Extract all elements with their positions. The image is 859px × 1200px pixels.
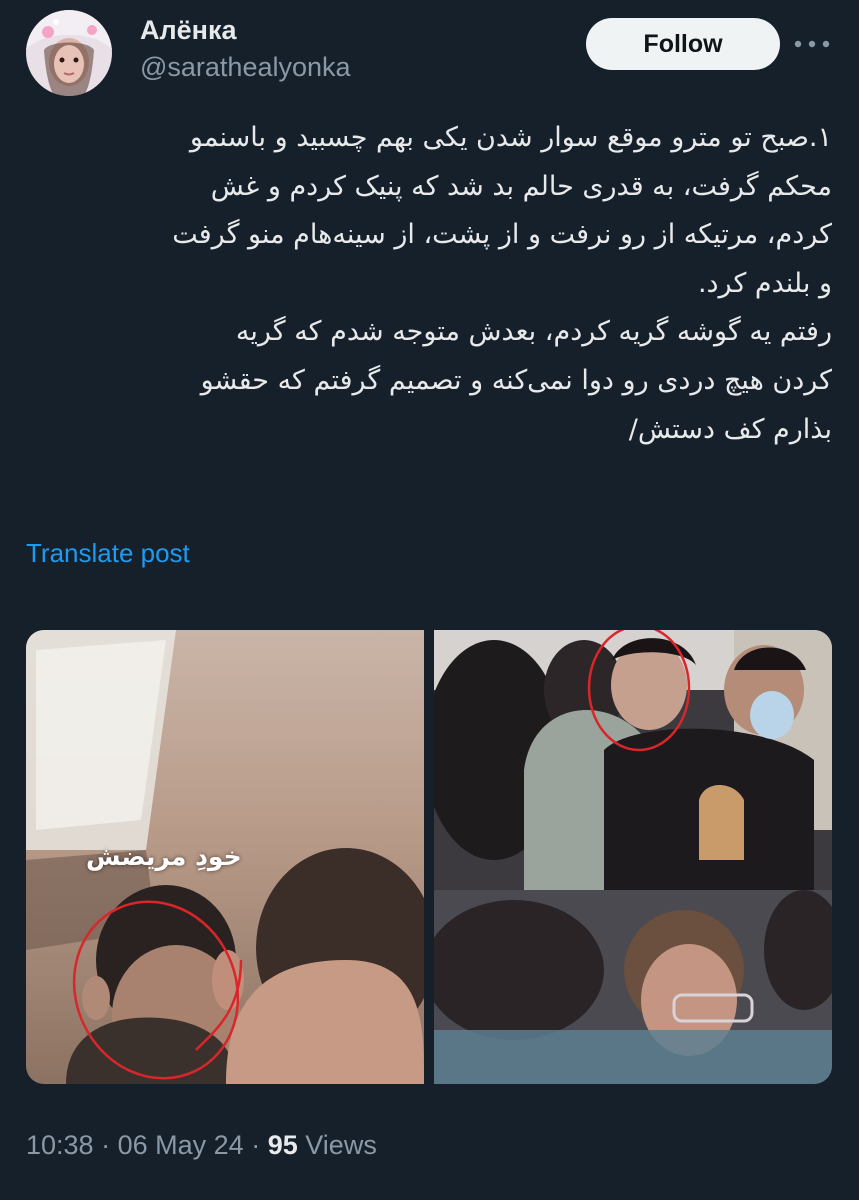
- author-handle[interactable]: @sarathealyonka: [140, 50, 351, 84]
- post-text-line: ۱.صبح تو مترو موقع سوار شدن یکی بهم چسبی…: [189, 122, 832, 153]
- meta-separator: ·: [251, 1130, 261, 1160]
- views-count: 95: [267, 1130, 298, 1160]
- post-text-line: کردن هیچ دردی رو دوا نمی‌کنه و تصمیم گرف…: [200, 364, 832, 396]
- views-label: Views: [305, 1130, 377, 1160]
- media-photo-left[interactable]: خودِ مریضش: [26, 630, 424, 1084]
- image-caption: خودِ مریضش: [86, 842, 242, 871]
- media-photo-right[interactable]: [434, 630, 832, 1084]
- post-text-line: بذارم کف دستش/: [628, 413, 832, 445]
- post-time[interactable]: 10:38: [26, 1130, 94, 1160]
- post-text-line: کردم، مرتیکه از رو نرفت و از پشت، از سین…: [172, 219, 832, 251]
- author-name[interactable]: Алёнка: [140, 14, 351, 46]
- more-options-icon[interactable]: [792, 28, 832, 60]
- author-block[interactable]: Алёнка @sarathealyonka: [140, 14, 351, 84]
- post-date[interactable]: 06 May 24: [118, 1130, 244, 1160]
- meta-separator: ·: [101, 1130, 111, 1160]
- post-meta: 10:38 · 06 May 24 · 95 Views: [26, 1130, 377, 1161]
- post-text: ۱.صبح تو مترو موقع سوار شدن یکی بهم چسبی…: [26, 114, 832, 454]
- post-text-line: و بلندم کرد.: [697, 267, 832, 299]
- post-text-line: محکم گرفت، به قدری حالم بد شد که پنیک کر…: [210, 170, 832, 202]
- post-text-line: رفتم یه گوشه گریه کردم، بعدش متوجه شدم ک…: [235, 316, 832, 348]
- avatar[interactable]: [26, 10, 112, 96]
- translate-post-link[interactable]: Translate post: [26, 538, 190, 569]
- follow-button[interactable]: Follow: [586, 18, 780, 70]
